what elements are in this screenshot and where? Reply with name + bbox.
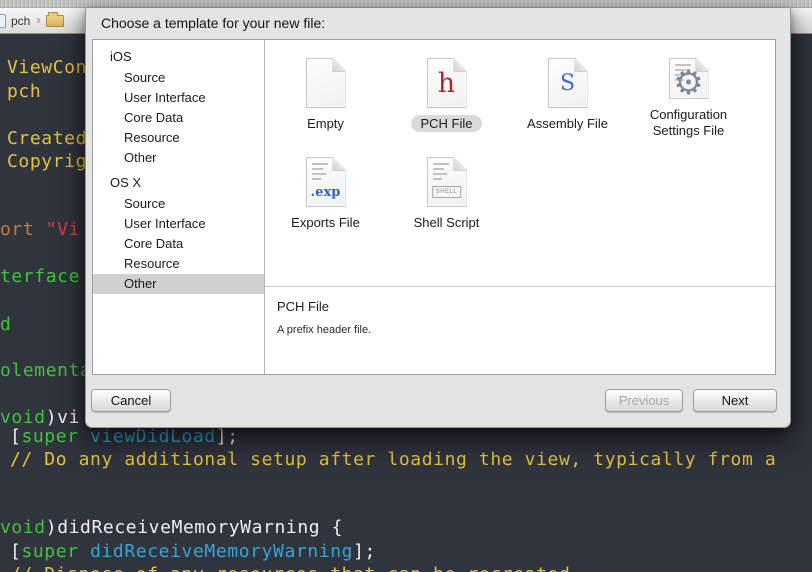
code-line: olementa [0, 360, 92, 381]
sidebar-item-os-x-core-data[interactable]: Core Data [93, 234, 264, 254]
chevron-separator-icon: › [36, 12, 41, 27]
code-line: void)didReceiveMemoryWarning { [0, 517, 344, 538]
code-line: Created [7, 128, 88, 149]
sidebar-item-os-x-other[interactable]: Other [93, 274, 264, 294]
document-text-lines [432, 163, 452, 183]
template-exports-file[interactable]: .exp Exports File [265, 139, 386, 238]
config-gear-icon: ⚙ [668, 58, 709, 102]
gear-icon: ⚙ [673, 64, 704, 102]
template-shell-script[interactable]: SHELL Shell Script [386, 139, 507, 238]
exp-extension-text: .exp [310, 185, 341, 200]
dialog-title: Choose a template for your new file: [101, 15, 326, 31]
folder-icon[interactable] [45, 11, 64, 27]
exports-file-icon: .exp [305, 157, 346, 207]
blank-document-icon [305, 58, 346, 108]
code-line: [super didReceiveMemoryWarning]; [10, 541, 376, 562]
detail-pane: PCH File A prefix header file. [265, 286, 775, 374]
assembly-file-icon: S [547, 58, 588, 108]
template-label: Empty [307, 116, 344, 131]
template-assembly-file[interactable]: S Assembly File [507, 40, 628, 139]
code-line: ort "Vi [0, 219, 81, 240]
template-right-column: Empty h PCH File S Assembly File ⚙ Configurati… [265, 40, 775, 374]
sidebar-item-os-x-user-interface[interactable]: User Interface [93, 214, 264, 234]
sidebar-item-ios-resource[interactable]: Resource [93, 128, 264, 148]
template-dialog: Choose a template for your new file: iOS… [85, 8, 791, 428]
template-label: Shell Script [413, 215, 480, 230]
window-root: { "colors": { "editor_background": "#303… [0, 0, 812, 572]
breadcrumb-item[interactable]: pch [11, 14, 30, 28]
sidebar-item-os-x-resource[interactable]: Resource [93, 254, 264, 274]
next-button[interactable]: Next [693, 389, 777, 412]
sidebar-item-os-x-source[interactable]: Source [93, 194, 264, 214]
toolbar-texture [0, 0, 812, 8]
template-grid: Empty h PCH File S Assembly File ⚙ Configurati… [265, 40, 775, 286]
code-line: pch [7, 81, 42, 102]
detail-description: A prefix header file. [277, 324, 372, 336]
code-line: [super viewDidLoad]; [10, 426, 239, 447]
document-text-lines [311, 163, 331, 183]
code-line: // Do any additional setup after loading… [10, 449, 777, 470]
sidebar-section-os-x: OS X [110, 175, 142, 190]
shell-script-icon: SHELL [426, 157, 467, 207]
template-sidebar: iOS Source User Interface Core Data Resource… [93, 40, 265, 374]
code-line: // Dispose of any resources that can be … [10, 565, 582, 572]
code-line: d [0, 314, 12, 335]
cancel-button[interactable]: Cancel [91, 389, 171, 412]
code-line: Copyrig [7, 151, 88, 172]
file-type-letter: h [437, 67, 456, 99]
template-label: Configuration Settings File [649, 107, 728, 138]
shell-badge: SHELL [431, 186, 462, 198]
previous-button[interactable]: Previous [605, 389, 683, 412]
template-pch-file[interactable]: h PCH File [386, 40, 507, 139]
template-empty[interactable]: Empty [265, 40, 386, 139]
template-configuration-settings-file[interactable]: ⚙ Configuration Settings File [628, 40, 749, 139]
file-type-letter: S [559, 70, 576, 96]
sidebar-item-ios-source[interactable]: Source [93, 68, 264, 88]
template-label: PCH File [411, 115, 482, 132]
header-file-icon: h [426, 58, 467, 108]
sidebar-item-ios-user-interface[interactable]: User Interface [93, 88, 264, 108]
detail-title: PCH File [277, 299, 330, 314]
template-panel: iOS Source User Interface Core Data Resource… [92, 39, 776, 375]
template-label: Exports File [291, 215, 360, 230]
sidebar-item-ios-core-data[interactable]: Core Data [93, 108, 264, 128]
code-line: terface [0, 266, 81, 287]
sidebar-item-ios-other[interactable]: Other [93, 148, 264, 168]
template-label: Assembly File [527, 116, 608, 131]
sidebar-section-ios: iOS [110, 49, 132, 64]
file-icon[interactable] [0, 13, 6, 28]
